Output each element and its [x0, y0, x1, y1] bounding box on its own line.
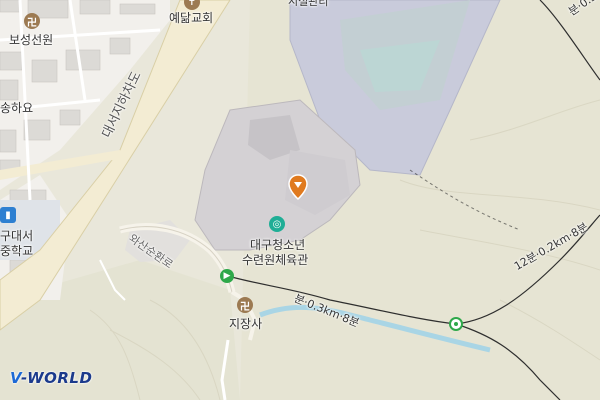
map-base-layer — [0, 0, 600, 400]
manji-icon[interactable]: 卍 — [24, 13, 40, 29]
school-icon[interactable]: ▮ — [0, 207, 16, 223]
songhayo-label[interactable]: 송하요 — [0, 99, 33, 116]
church-label[interactable]: 예닮교회 — [169, 9, 213, 26]
youth-center-label-line2[interactable]: 수련원체육관 — [242, 251, 308, 268]
trail-start-icon[interactable]: ▶ — [220, 269, 234, 283]
logo-prefix: V — [10, 369, 22, 387]
trail-marker-icon[interactable] — [449, 317, 463, 331]
sports-center-icon[interactable]: ◎ — [269, 216, 285, 232]
logo-suffix: -WORLD — [21, 369, 93, 387]
temple-boseong-label[interactable]: 보성선원 — [9, 31, 53, 48]
jijangsa-manji-icon[interactable]: 卍 — [237, 297, 253, 313]
jijangsa-label[interactable]: 지장사 — [229, 315, 262, 332]
vworld-logo: V-WORLD — [10, 369, 92, 387]
trail-marker-dot — [454, 322, 458, 326]
school-label-line2[interactable]: 중학교 — [0, 242, 33, 259]
map-canvas[interactable]: 예닮교회 보성선원 송하요 구대서 중학교 대구청소년 수련원체육관 지장사 시… — [0, 0, 600, 400]
top-cut-label: 시설관리 — [288, 0, 329, 8]
